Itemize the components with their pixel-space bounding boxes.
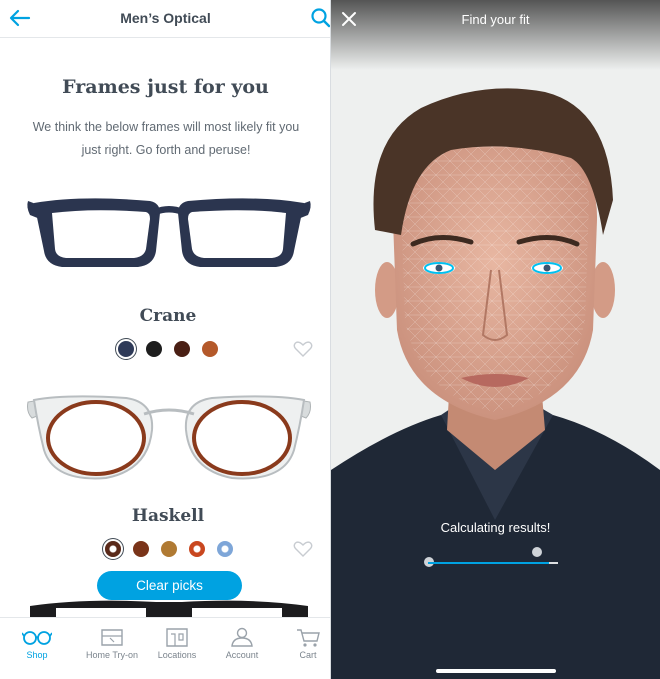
swatch-blue-crystal[interactable] — [217, 541, 233, 557]
crane-frame-image[interactable] — [22, 193, 316, 273]
scan-status-text: Calculating results! — [440, 520, 551, 535]
section-heading: Frames just for you — [62, 76, 269, 98]
top-nav-bar: Men’s Optical — [0, 0, 331, 38]
search-icon[interactable] — [310, 6, 331, 30]
tab-locations[interactable]: Locations — [144, 618, 210, 679]
scanner-title: Find your fit — [461, 12, 530, 27]
tab-label: Locations — [157, 650, 197, 660]
tab-account[interactable]: Account — [209, 618, 275, 679]
fit-scanner-panel: Find your fit Calculating results! — [331, 0, 660, 679]
tab-label: Shop — [26, 650, 48, 660]
scan-progress-fill — [428, 562, 549, 564]
frame-name-haskell[interactable]: Haskell — [0, 506, 331, 526]
frame-name-crane[interactable]: Crane — [0, 306, 331, 326]
cart-icon — [297, 629, 320, 647]
home-indicator[interactable] — [436, 669, 556, 673]
tab-label: Home Try-on — [85, 650, 138, 660]
next-frame-image[interactable] — [26, 598, 312, 618]
swatch-orange-crystal[interactable] — [189, 541, 205, 557]
camera-face-scan-view — [331, 0, 660, 679]
tab-label: Cart — [299, 650, 317, 660]
favorite-heart-icon[interactable] — [293, 540, 313, 558]
tab-label: Account — [225, 650, 259, 660]
home-try-on-box-icon — [101, 629, 123, 646]
swatch-navy[interactable] — [118, 341, 134, 357]
scan-progress-bar — [428, 562, 558, 564]
account-icon — [231, 627, 253, 647]
haskell-frame-image[interactable] — [26, 390, 312, 486]
store-icon — [166, 628, 188, 647]
swatch-black[interactable] — [146, 341, 162, 357]
tab-cart[interactable]: Cart — [275, 618, 331, 679]
section-subtext: We think the below frames will most like… — [32, 120, 300, 157]
favorite-heart-icon[interactable] — [293, 340, 313, 358]
page-title: Men’s Optical — [120, 10, 211, 26]
glasses-icon — [22, 631, 52, 645]
clear-picks-button[interactable]: Clear picks — [97, 571, 242, 600]
swatch-dark-tortoise[interactable] — [174, 341, 190, 357]
swatch-honey[interactable] — [161, 541, 177, 557]
tab-shop[interactable]: Shop — [4, 618, 70, 679]
swatch-amber[interactable] — [202, 341, 218, 357]
shop-panel: Men’s Optical Frames just for you We thi… — [0, 0, 331, 679]
tab-home-try-on[interactable]: Home Try-on — [79, 618, 145, 679]
swatch-crystal-tortoise[interactable] — [105, 541, 121, 557]
swatch-tortoise[interactable] — [133, 541, 149, 557]
bottom-tab-bar: Shop Home Try-on Locations Account Cart — [0, 617, 331, 679]
